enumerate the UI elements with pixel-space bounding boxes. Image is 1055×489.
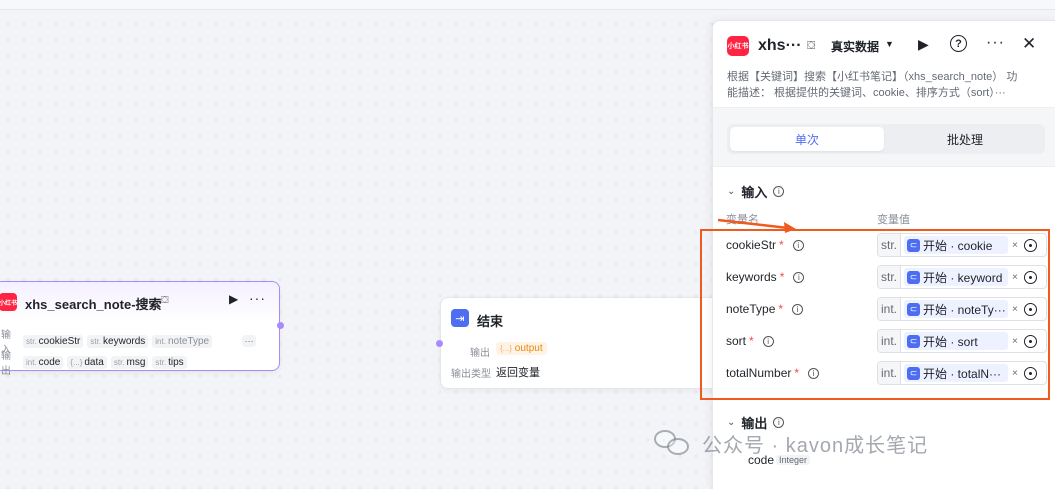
info-icon: i (773, 186, 785, 197)
tab-bar-area: 单次 批处理 (713, 107, 1055, 167)
info-icon: i (773, 417, 785, 428)
output-chip: {...} data (67, 355, 107, 369)
input-section-header[interactable]: ⌄ 输入 i (727, 182, 785, 201)
chevron-down-icon[interactable]: ▼ (885, 39, 894, 49)
output-chip: int. code (23, 355, 64, 369)
run-node-icon[interactable]: ▶ (229, 292, 238, 306)
plugin-badge-icon: ⛋ (161, 295, 169, 306)
outputs-label: 输出 (1, 351, 11, 377)
chevron-down-icon[interactable]: ⌄ (727, 186, 735, 197)
input-chip: str. cookieStr (23, 334, 84, 348)
output-label: 输出 (470, 348, 490, 359)
xiaohongshu-logo-icon: 小红书 (0, 293, 17, 311)
node-title: xhs_search_note-搜索 (25, 297, 162, 312)
end-icon: ⇥ (451, 309, 469, 327)
input-port[interactable] (436, 340, 443, 347)
more-options-icon[interactable]: ··· (986, 34, 1005, 52)
more-options-icon[interactable]: ··· (249, 290, 266, 306)
annotation-arrow-icon (717, 218, 796, 233)
output-type-label: 输出类型 (451, 369, 491, 380)
data-mode-select[interactable]: 真实数据 (831, 38, 879, 55)
top-bar (0, 0, 1055, 10)
help-icon[interactable]: ? (950, 35, 967, 52)
close-icon[interactable]: ✕ (1022, 34, 1036, 54)
section-title: 输入 (741, 185, 768, 200)
panel-description: 根据【关键词】搜索【小红书笔记】（xhs_search_note） 功 (727, 71, 1018, 83)
more-inputs-button[interactable]: ··· (242, 335, 257, 347)
wechat-icon (654, 428, 694, 458)
input-chip: str. keywords (87, 334, 149, 348)
node-outputs-row: 输出 int. code {...} data str. msg str. tips (1, 347, 187, 377)
output-variable-chip: {...} output (496, 342, 547, 355)
panel-title: xhs··· (758, 37, 802, 54)
node-title: 结束 (477, 314, 504, 329)
plugin-badge-icon: ⛋ (807, 40, 816, 52)
output-chip: str. tips (152, 355, 187, 369)
mode-tabs: 单次 批处理 (727, 124, 1045, 154)
xhs-search-node[interactable]: 小红书 xhs_search_note-搜索 ⛋ ▶ ··· 输入 str. co… (0, 281, 280, 377)
tab-single[interactable]: 单次 (730, 127, 884, 151)
output-port[interactable] (277, 322, 284, 329)
output-type-value: 返回变量 (496, 367, 540, 379)
tab-batch[interactable]: 批处理 (888, 127, 1042, 151)
output-chip: str. msg (110, 355, 149, 369)
watermark: 公众号 · kavon成长笔记 (654, 428, 928, 458)
end-node[interactable]: ⇥ 结束 输出 {...} output 输出类型 返回变量 (440, 297, 720, 389)
annotation-highlight-box (700, 229, 1050, 400)
xiaohongshu-logo-icon: 小红书 (727, 36, 749, 56)
watermark-text: 公众号 · kavon成长笔记 (702, 434, 929, 457)
column-header-value: 变量值 (877, 214, 910, 226)
input-chip: int. noteType (152, 334, 213, 348)
panel-description: 能描述： 根据提供的关键词、cookie、排序方式（sort）··· (727, 87, 1006, 99)
run-icon[interactable]: ▶ (918, 36, 929, 53)
chevron-down-icon[interactable]: ⌄ (727, 417, 735, 428)
